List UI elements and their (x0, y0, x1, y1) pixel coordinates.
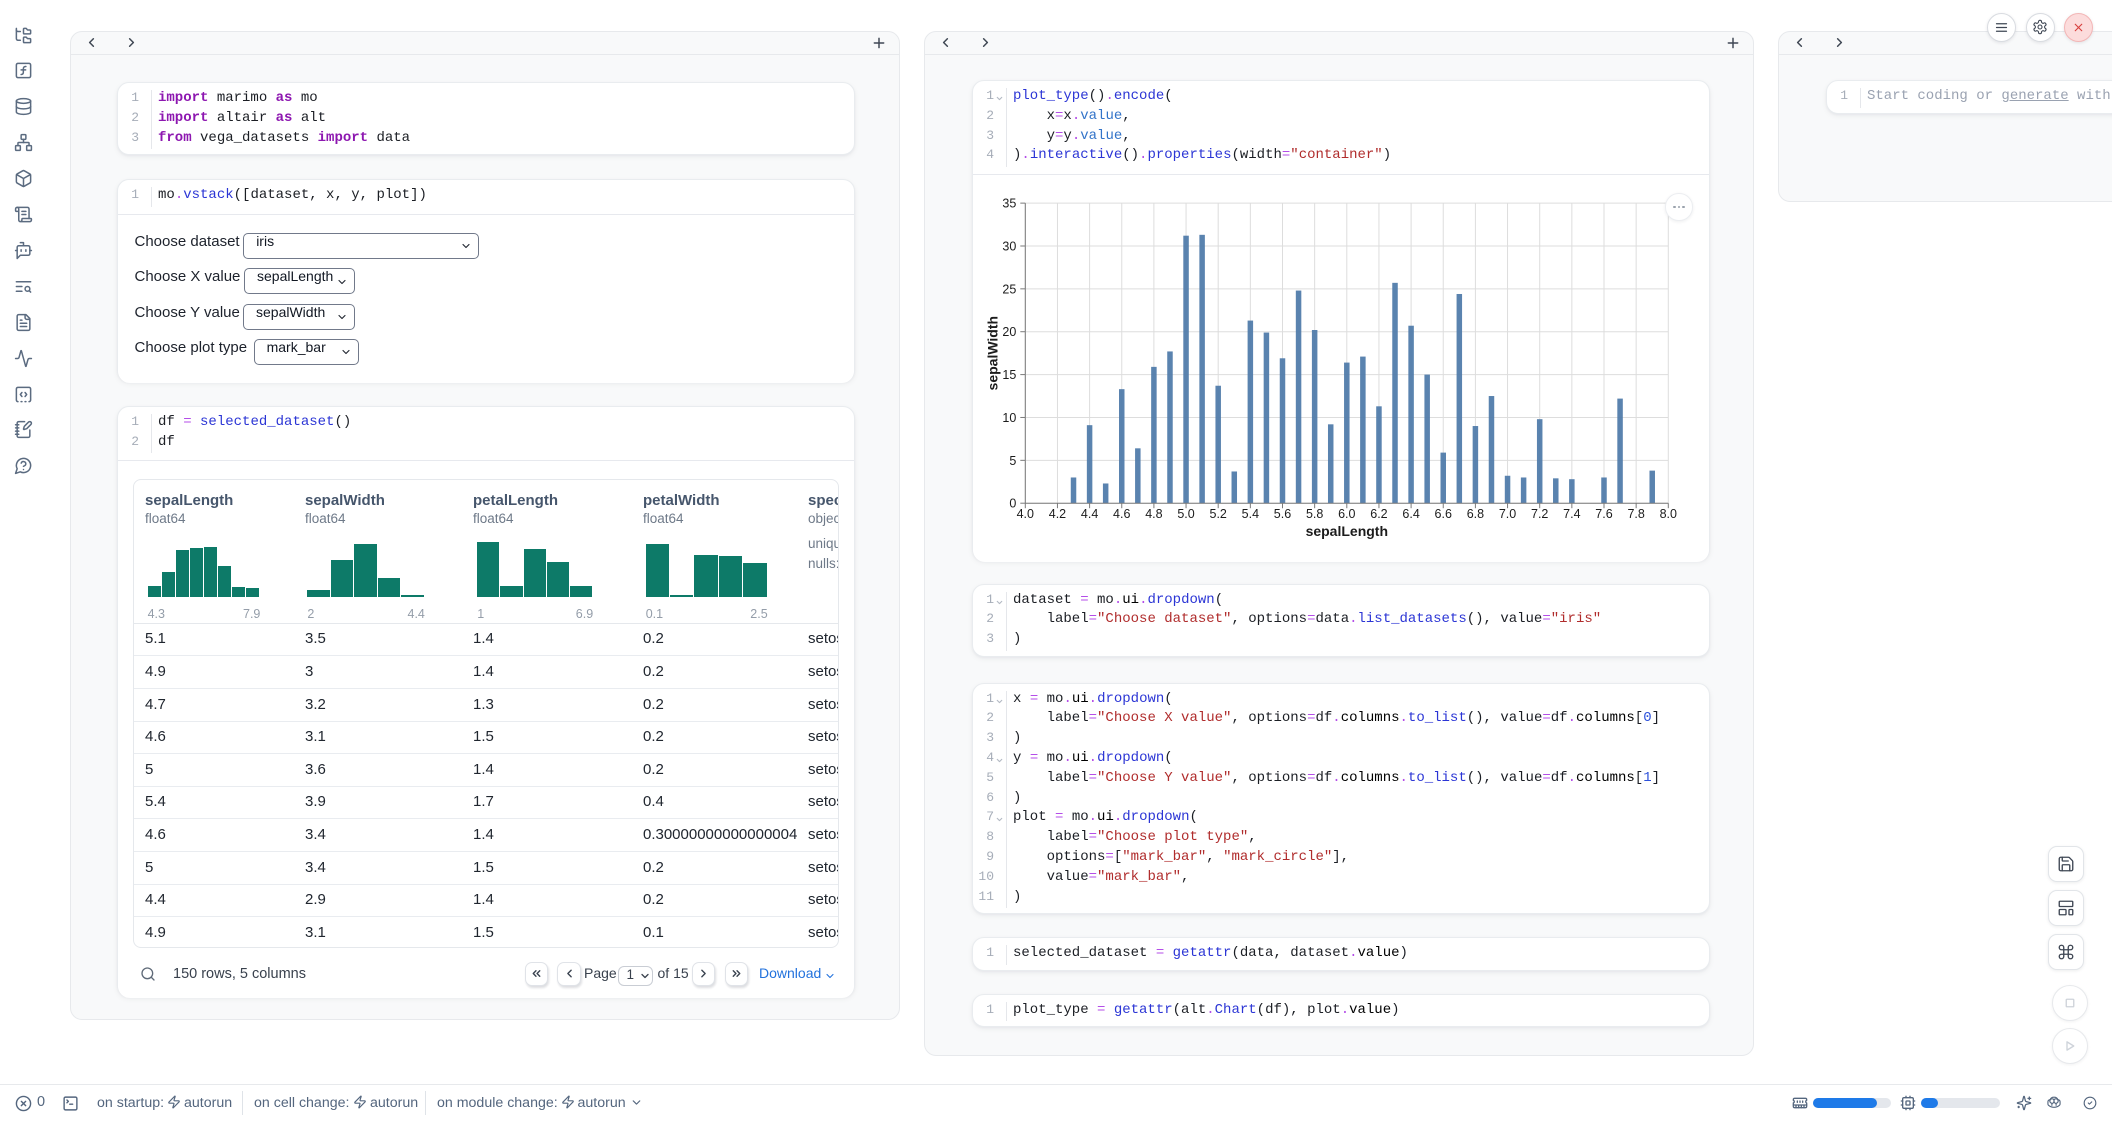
svg-text:7.8: 7.8 (1627, 507, 1644, 521)
svg-text:4.4: 4.4 (1081, 507, 1098, 521)
svg-text:5.8: 5.8 (1306, 507, 1323, 521)
svg-text:20: 20 (1002, 325, 1016, 339)
svg-text:6.2: 6.2 (1370, 507, 1387, 521)
svg-text:7.6: 7.6 (1595, 507, 1612, 521)
svg-text:7.2: 7.2 (1531, 507, 1548, 521)
svg-text:6.4: 6.4 (1402, 507, 1419, 521)
svg-text:6.8: 6.8 (1467, 507, 1484, 521)
svg-text:6.6: 6.6 (1435, 507, 1452, 521)
svg-text:5.6: 5.6 (1274, 507, 1291, 521)
svg-text:5.0: 5.0 (1177, 507, 1194, 521)
svg-text:4.8: 4.8 (1145, 507, 1162, 521)
svg-text:5.2: 5.2 (1210, 507, 1227, 521)
svg-text:7.4: 7.4 (1563, 507, 1580, 521)
svg-text:10: 10 (1002, 411, 1016, 425)
svg-text:4.0: 4.0 (1017, 507, 1034, 521)
svg-text:6.0: 6.0 (1338, 507, 1355, 521)
svg-text:5: 5 (1009, 454, 1016, 468)
svg-text:35: 35 (1002, 197, 1016, 211)
svg-text:4.2: 4.2 (1049, 507, 1066, 521)
svg-text:5.4: 5.4 (1242, 507, 1259, 521)
svg-text:sepalWidth: sepalWidth (984, 316, 1000, 391)
svg-text:7.0: 7.0 (1499, 507, 1516, 521)
svg-text:sepalLength: sepalLength (1306, 523, 1388, 539)
svg-text:30: 30 (1002, 240, 1016, 254)
svg-text:8.0: 8.0 (1660, 507, 1677, 521)
svg-text:25: 25 (1002, 283, 1016, 297)
svg-text:15: 15 (1002, 368, 1016, 382)
svg-text:0: 0 (1009, 497, 1016, 511)
svg-text:4.6: 4.6 (1113, 507, 1130, 521)
